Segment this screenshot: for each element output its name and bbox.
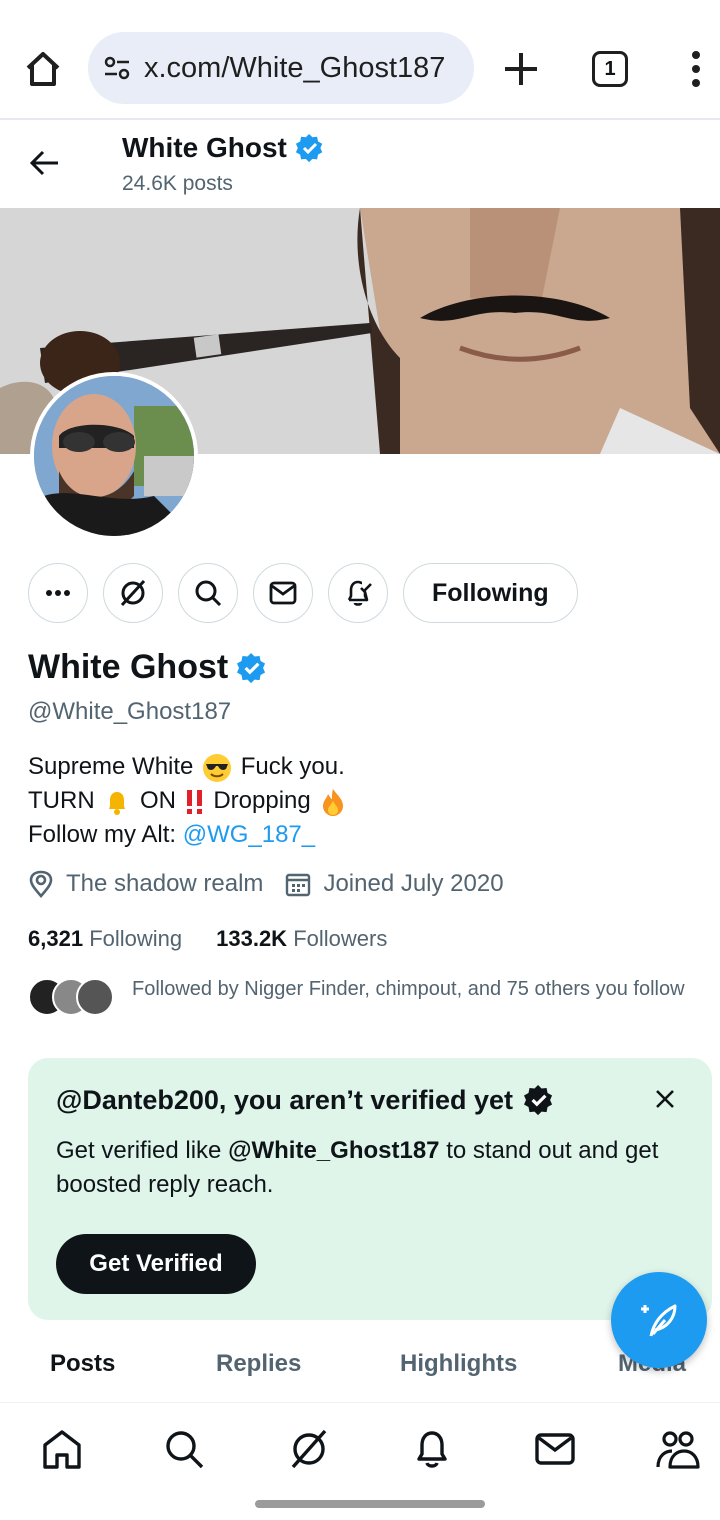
back-arrow-icon[interactable] xyxy=(28,146,62,180)
home-icon[interactable] xyxy=(40,1427,84,1471)
posts-count: 24.6K posts xyxy=(122,172,233,195)
followed-by[interactable]: Followed by Nigger Finder, chimpout, and… xyxy=(28,976,708,1016)
location-text: The shadow realm xyxy=(66,870,264,897)
notification-bell-icon xyxy=(347,580,372,606)
followers-label: Followers xyxy=(293,926,388,951)
avatar[interactable] xyxy=(30,372,198,540)
browser-toolbar: x.com/White_Ghost187 1 xyxy=(0,0,720,120)
bell-emoji-icon xyxy=(109,791,126,815)
verification-prompt-card: @Danteb200, you aren’t verified yet Get … xyxy=(28,1058,712,1320)
address-bar[interactable]: x.com/White_Ghost187 xyxy=(88,32,474,104)
fire-emoji-icon xyxy=(323,788,344,816)
tab-count: 1 xyxy=(604,57,616,80)
message-button[interactable] xyxy=(253,563,313,623)
verified-badge-icon xyxy=(237,652,266,683)
gesture-bar[interactable] xyxy=(255,1500,485,1508)
follower-avatar xyxy=(76,978,114,1016)
bio-text: Fuck you. xyxy=(240,753,345,780)
sunglasses-emoji-icon xyxy=(203,753,232,782)
profile-header-bar: White Ghost 24.6K posts xyxy=(0,122,720,208)
verified-badge-icon xyxy=(295,133,323,163)
followers-count-link[interactable]: 133.2K Followers xyxy=(216,926,387,952)
tab-replies[interactable]: Replies xyxy=(216,1350,301,1378)
profile-tabs: Posts Replies Highlights Media xyxy=(0,1340,720,1400)
profile-actions: Following xyxy=(28,563,578,623)
bio-text: Dropping xyxy=(213,787,311,814)
grok-icon xyxy=(120,579,146,607)
communities-icon[interactable] xyxy=(656,1427,700,1471)
search-icon[interactable] xyxy=(162,1427,206,1471)
notifications-icon[interactable] xyxy=(410,1427,454,1471)
avatar-image xyxy=(34,376,194,536)
tab-highlights[interactable]: Highlights xyxy=(400,1350,517,1378)
card-body: Get verified like @White_Ghost187 to sta… xyxy=(56,1134,676,1202)
compose-post-button[interactable] xyxy=(611,1272,707,1368)
card-body-prefix: Get verified like xyxy=(56,1137,222,1164)
bio-text: TURN xyxy=(28,787,95,814)
url-text[interactable]: x.com/White_Ghost187 xyxy=(144,52,445,85)
profile-meta: The shadow realm Joined July 2020 xyxy=(28,870,526,898)
site-settings-icon[interactable] xyxy=(102,53,132,83)
more-button[interactable] xyxy=(28,563,88,623)
header-name-text: White Ghost xyxy=(122,132,287,163)
search-icon xyxy=(195,580,222,607)
following-label: Following xyxy=(89,926,183,951)
location-pin-icon xyxy=(29,870,53,898)
more-vert-icon[interactable] xyxy=(684,48,708,90)
grok-button[interactable] xyxy=(103,563,163,623)
follower-avatars xyxy=(28,976,118,1016)
alt-account-link[interactable]: @WG_187_ xyxy=(183,821,315,848)
calendar-icon xyxy=(286,873,311,897)
double-exclamation-emoji-icon xyxy=(186,789,202,814)
joined-text: Joined July 2020 xyxy=(323,870,504,897)
joined-date: Joined July 2020 xyxy=(285,870,504,898)
card-title-text: @Danteb200, you aren’t verified yet xyxy=(56,1084,513,1115)
grok-icon[interactable] xyxy=(287,1427,331,1471)
search-profile-button[interactable] xyxy=(178,563,238,623)
get-verified-button[interactable]: Get Verified xyxy=(56,1234,256,1294)
message-icon xyxy=(269,581,297,605)
bio-text: Follow my Alt: xyxy=(28,821,177,848)
more-icon xyxy=(46,590,70,596)
messages-icon[interactable] xyxy=(533,1427,577,1471)
following-count: 6,321 xyxy=(28,926,84,951)
follow-counts: 6,321 Following 133.2K Followers xyxy=(28,926,421,952)
verified-badge-dark-icon xyxy=(523,1085,553,1116)
close-icon[interactable] xyxy=(654,1088,676,1110)
following-count-link[interactable]: 6,321 Following xyxy=(28,926,182,952)
tab-switcher-button[interactable]: 1 xyxy=(592,51,628,87)
bio-text: Supreme White xyxy=(28,753,194,780)
location: The shadow realm xyxy=(28,870,263,898)
new-tab-plus-icon[interactable] xyxy=(502,50,540,88)
bio-text: ON xyxy=(140,787,176,814)
card-body-handle: @White_Ghost187 xyxy=(228,1137,440,1164)
header-name: White Ghost xyxy=(122,132,325,164)
profile-handle: @White_Ghost187 xyxy=(28,698,232,725)
followers-count: 133.2K xyxy=(216,926,288,951)
profile-name-text: White Ghost xyxy=(28,648,229,686)
followed-by-text: Followed by Nigger Finder, chimpout, and… xyxy=(132,978,685,1000)
home-icon[interactable] xyxy=(22,48,64,90)
following-button[interactable]: Following xyxy=(403,563,578,623)
tab-posts[interactable]: Posts xyxy=(50,1350,115,1378)
profile-bio: Supreme White Fuck you. TURN ON Dropping… xyxy=(28,750,349,852)
compose-feather-icon xyxy=(641,1304,677,1337)
notify-button[interactable] xyxy=(328,563,388,623)
profile-name: White Ghost xyxy=(28,648,268,687)
card-title: @Danteb200, you aren’t verified yet xyxy=(56,1084,555,1116)
